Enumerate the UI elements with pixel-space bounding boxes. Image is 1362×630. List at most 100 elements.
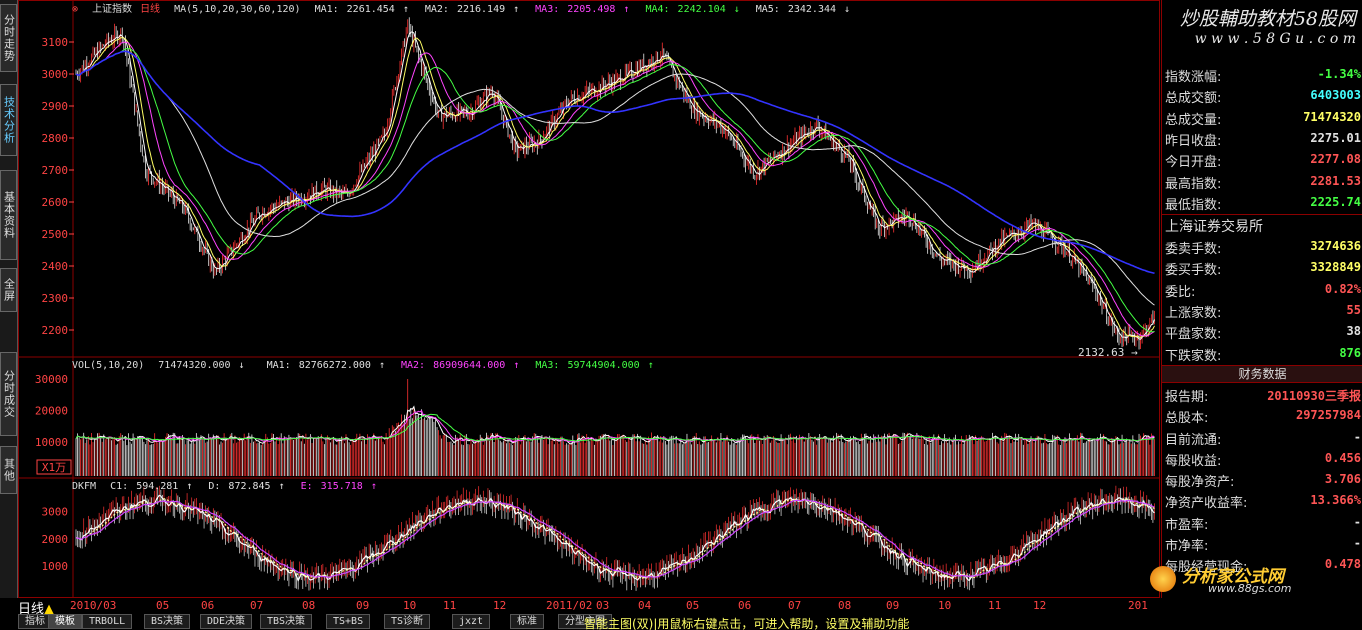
date-tick-label: 06 (201, 599, 215, 612)
price-tick-label: 2800 (42, 132, 69, 145)
panel-row: 总股本: 297257984 (1162, 405, 1362, 426)
panel-row: 最低指数: 2225.74 (1162, 192, 1362, 213)
main_legend-item-value: 2205.498 (567, 4, 616, 15)
date-tick-label: 05 (686, 599, 700, 612)
price-tick-label: 2900 (42, 100, 69, 113)
bottom-tab-1[interactable]: 模板 (48, 614, 82, 629)
quote-panel: 指数涨幅: -1.34% 总成交额: 6403003 总成交量: 71474320 昨日收盘… (1161, 0, 1362, 598)
left-tab-4[interactable]: 分时成交 (0, 352, 17, 436)
price-tick-label: 2300 (42, 292, 69, 305)
ma-params: MA(5,10,20,30,60,120) (174, 4, 301, 15)
ma30-line (75, 48, 1155, 333)
vol-legend: VOL(5,10,20) 71474320.000 ↓ MA1: 82766272.… (72, 360, 678, 371)
main_legend-item-value: 2261.454 (346, 4, 395, 15)
left-tab-1[interactable]: 技术分析 (0, 84, 17, 156)
panel-row-label: 最高指数: (1165, 176, 1222, 192)
vol-tick-label: 20000 (35, 405, 68, 418)
bottom-tab-4[interactable]: DDE决策 (200, 614, 253, 629)
panel-row: 目前流通: - (1162, 427, 1362, 448)
panel-row-label: 委买手数: (1165, 263, 1222, 279)
vol_legend-item-arrow: ↑ (378, 360, 385, 371)
dkfm_legend-item-value: 872.845 (228, 481, 271, 492)
date-tick-label: 12 (493, 599, 507, 612)
date-tick-label: 05 (156, 599, 170, 612)
dkfm_legend-item-value: 315.718 (320, 481, 363, 492)
price-tick-label: 2200 (42, 324, 69, 337)
vol_legend-item-2: MA3: 59744904.000 ↑ (535, 360, 661, 371)
ma60-line (75, 50, 1155, 306)
vol_legend-item-1: MA2: 86909644.000 ↑ (401, 360, 527, 371)
date-tick-label: 10 (403, 599, 417, 612)
dkfm-tick-label: 3000 (42, 506, 69, 519)
date-axis: 2010/03 05 06 07 08 09 10 11 12 2011/02 03 04 05 06 07… (18, 598, 1160, 614)
panel-row-value: 38 (1346, 324, 1361, 339)
vol_legend-item-label: MA3: (535, 360, 560, 371)
vol_legend-item-0: MA1: 82766272.000 ↑ (267, 360, 393, 371)
panel-row-label: 今日开盘: (1165, 155, 1222, 171)
panel-row-value: - (1353, 514, 1361, 529)
logo-url: www.88gs.com (1208, 582, 1292, 595)
index-name: 上证指数 (92, 4, 133, 15)
dkfm_legend-item-arrow: ↑ (186, 481, 193, 492)
panel-row-value: 55 (1346, 303, 1361, 317)
panel-row-value: - (1353, 536, 1361, 550)
dkfm_legend-item-label: C1: (110, 481, 129, 492)
chart-canvas[interactable]: 3100 3000 2900 2800 2700 2600 2500 2400 2300 2200… (18, 0, 1160, 598)
bottom-tab-9[interactable]: 标准 (510, 614, 544, 629)
left-tab-3[interactable]: 全屏 (0, 268, 17, 312)
panel-row: 上涨家数: 55 (1162, 300, 1362, 321)
kline-chart-area[interactable]: 3100 3000 2900 2800 2700 2600 2500 2400 2300 2200… (18, 0, 1160, 598)
close-icon[interactable]: ⊗ (72, 4, 78, 15)
bottom-tab-0[interactable]: 指标 (18, 614, 52, 629)
main_legend-item-label: MA3: (535, 4, 560, 15)
ma20-line (75, 41, 1155, 337)
date-tick-label: 03 (596, 599, 610, 612)
vol_legend-item-label: MA2: (400, 360, 426, 371)
dkfm-legend: DKFM C1: 594.281 ↑ D: 872.845 ↑ E: 315.718 ↑ (72, 481, 401, 492)
panel-row: 总成交额: 6403003 (1162, 85, 1362, 106)
date-tick-label: 04 (638, 599, 652, 612)
panel-row: 委买手数: 3328849 (1162, 257, 1362, 278)
period-label: 日线 (140, 4, 161, 15)
panel-row-value: -1.34% (1317, 67, 1361, 81)
main-legend: ⊗ 上证指数 日线 MA(5,10,20,30,60,120) MA1: 2261.… (72, 0, 874, 15)
finance-header: 财务数据 (1162, 364, 1362, 383)
panel-row-value: 3328849 (1310, 260, 1361, 275)
bottom-tab-5[interactable]: TBS决策 (260, 614, 313, 629)
panel-row-label: 委比: (1165, 284, 1196, 300)
panel-separator (1162, 214, 1362, 216)
price-tick-label: 2600 (42, 196, 69, 209)
bottom-tab-8[interactable]: jxzt (452, 614, 491, 629)
panel-row: 指数涨幅: -1.34% (1162, 64, 1362, 85)
main_legend-item-3: MA4: 2242.104 ↓ (645, 4, 747, 15)
bottom-tab-3[interactable]: BS决策 (144, 614, 191, 629)
price-tick-label: 2700 (42, 164, 69, 177)
panel-row-value: 13.366% (1310, 493, 1361, 508)
dkfm_legend-item-0: C1: 594.281 ↑ (110, 481, 200, 492)
main_legend-item-label: MA4: (645, 4, 670, 15)
panel-row: 市净率: - (1162, 533, 1362, 554)
dkfm_legend-item-label: D: (208, 481, 221, 492)
left-tab-2[interactable]: 基本资料 (0, 170, 17, 260)
left-tab-5[interactable]: 其他 (0, 446, 17, 494)
panel-row-label: 每股收益: (1165, 453, 1222, 469)
vol-tick-label: 30000 (35, 373, 68, 386)
panel-row-label: 每股净资产: (1165, 475, 1235, 491)
panel-row-label: 总股本: (1165, 411, 1209, 427)
panel-row-value: 6403003 (1310, 88, 1361, 103)
left-tab-0[interactable]: 分时走势 (0, 4, 17, 72)
date-tick-label: 2011/02 (546, 599, 593, 612)
panel-row-label: 目前流通: (1165, 432, 1222, 448)
panel-row-value: 71474320 (1303, 109, 1361, 124)
panel-row: 平盘家数: 38 (1162, 321, 1362, 342)
panel-row: 净资产收益率: 13.366% (1162, 490, 1362, 511)
bottom-bar: 日线▲ 2010/03 05 06 07 08 09 10 11 12 2011/02 03 04 05… (0, 598, 1362, 630)
dkfm_legend-item-arrow: ↑ (370, 481, 377, 492)
panel-row-label: 最低指数: (1165, 197, 1222, 213)
bottom-tab-2[interactable]: TRBOLL (82, 614, 133, 629)
dkfm-label: DKFM (72, 481, 97, 492)
bottom-tab-6[interactable]: TS+BS (326, 614, 371, 629)
panel-row: 下跌家数: 876 (1162, 343, 1362, 364)
panel-row-value: 0.82% (1324, 281, 1361, 296)
bottom-tab-7[interactable]: TS诊断 (384, 614, 431, 629)
